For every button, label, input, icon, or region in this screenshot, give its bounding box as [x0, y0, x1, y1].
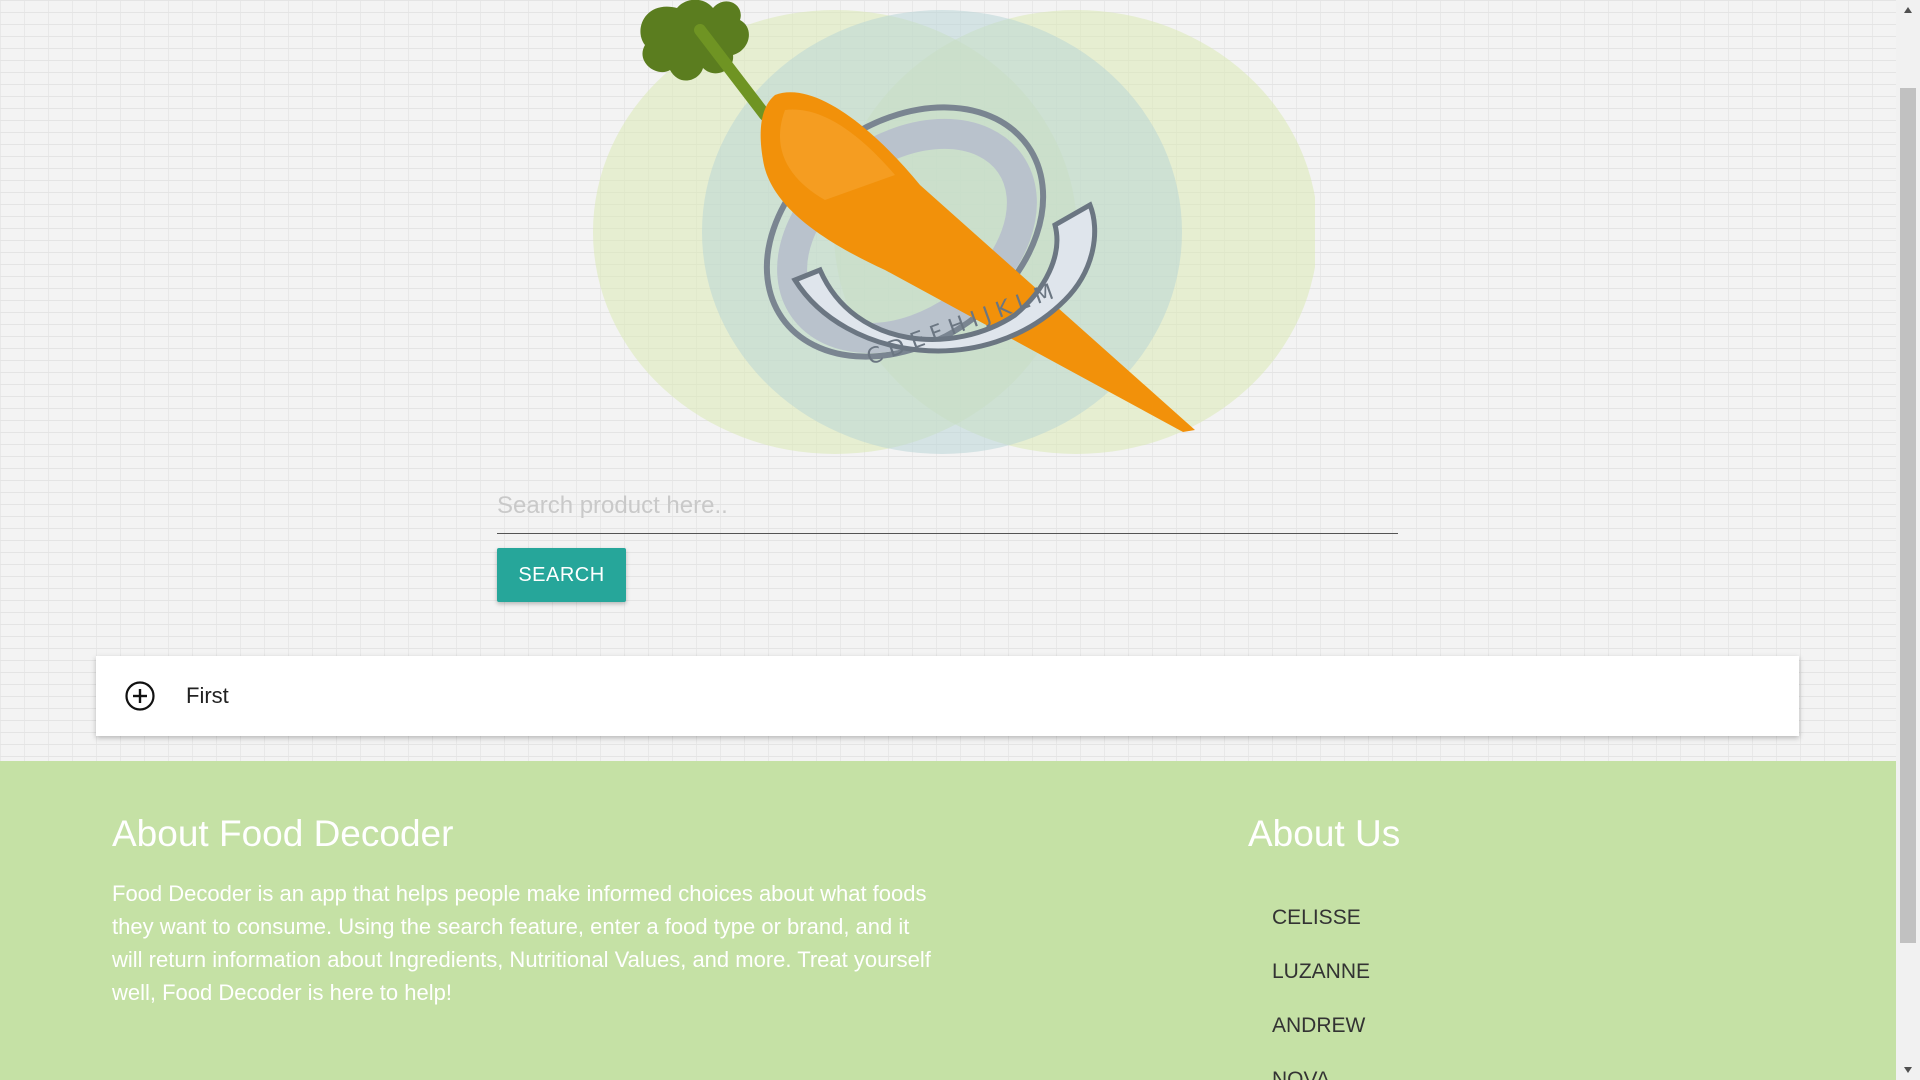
hero-section: C D E F H I J K L M SEARCH First	[0, 0, 1896, 761]
team-member-link[interactable]: CELISSE	[1272, 891, 1370, 945]
collapsible-header-first[interactable]: First	[96, 656, 1799, 736]
footer: About Food Decoder Food Decoder is an ap…	[0, 761, 1896, 1080]
search-input[interactable]	[497, 478, 1398, 534]
scroll-up-arrow-icon[interactable]	[1896, 0, 1920, 20]
scroll-down-arrow-icon[interactable]	[1896, 1060, 1920, 1080]
team-member-link[interactable]: NOVA	[1272, 1053, 1370, 1080]
about-title: About Food Decoder	[112, 813, 454, 854]
about-description: Food Decoder is an app that helps people…	[112, 881, 931, 1005]
collapsible-label: First	[186, 683, 229, 708]
scrollbar-thumb[interactable]	[1900, 88, 1916, 943]
search-button[interactable]: SEARCH	[497, 548, 626, 602]
plus-circle-icon	[124, 680, 156, 712]
team-member-list: CELISSE LUZANNE ANDREW NOVA	[1272, 891, 1370, 1080]
search-area: SEARCH	[497, 478, 1398, 602]
team-member-link[interactable]: ANDREW	[1272, 999, 1370, 1053]
page: C D E F H I J K L M SEARCH First About F…	[0, 0, 1920, 1080]
about-us-title: About Us	[1248, 813, 1401, 854]
team-member-link[interactable]: LUZANNE	[1272, 945, 1370, 999]
food-decoder-logo: C D E F H I J K L M	[593, 0, 1315, 454]
vertical-scrollbar[interactable]	[1896, 0, 1920, 1080]
